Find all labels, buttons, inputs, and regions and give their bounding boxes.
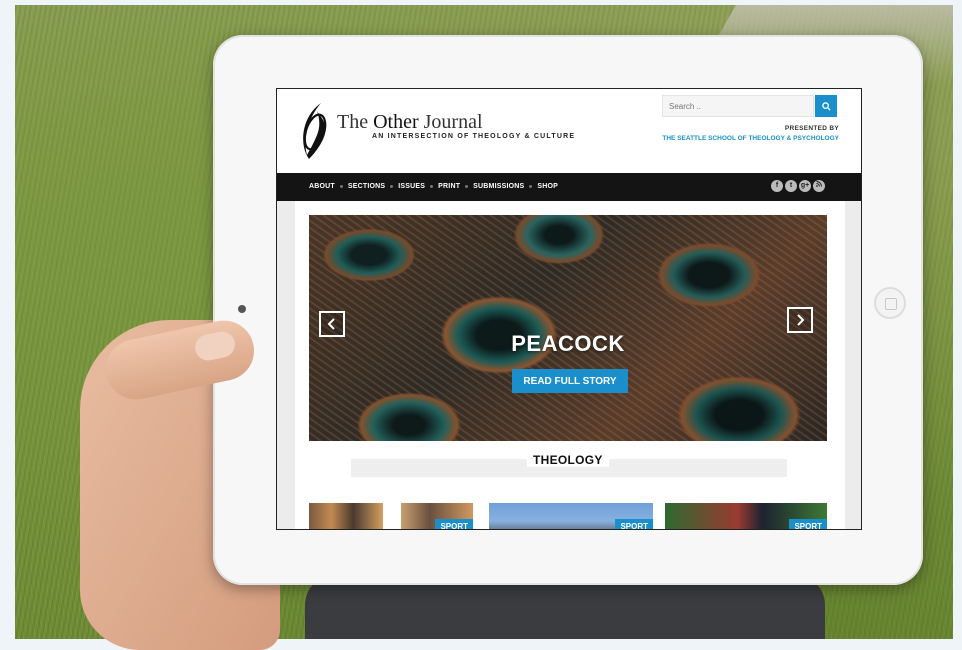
nav-item-print[interactable]: PRINT xyxy=(438,183,460,190)
nav-separator xyxy=(430,185,434,188)
article-thumbnail[interactable] xyxy=(309,503,383,529)
nav-item-issues[interactable]: ISSUES xyxy=(398,183,425,190)
main-content: PEACOCK READ FULL STORY THEOLOGY SPORT S… xyxy=(295,201,845,529)
nav-separator xyxy=(529,185,533,188)
nav-item-submissions[interactable]: SUBMISSIONS xyxy=(473,183,524,190)
nav-item-shop[interactable]: SHOP xyxy=(537,183,558,190)
chevron-left-icon xyxy=(327,318,335,330)
brand-title-a: The xyxy=(337,111,374,133)
main-nav: ABOUT SECTIONS ISSUES PRINT SUBMISSIONS … xyxy=(277,173,861,201)
nav-item-about[interactable]: ABOUT xyxy=(309,183,335,190)
search-box xyxy=(662,95,838,117)
read-full-story-button[interactable]: READ FULL STORY xyxy=(512,369,628,393)
tablet-screen: The Other Journal AN INTERSECTION OF THE… xyxy=(276,88,862,530)
search-icon xyxy=(821,101,831,111)
slide-title[interactable]: PEACOCK xyxy=(309,331,827,357)
facebook-icon[interactable]: f xyxy=(771,180,783,192)
category-tag[interactable]: SPORT xyxy=(435,519,473,529)
nav-item-sections[interactable]: SECTIONS xyxy=(348,183,385,190)
brand-subtitle: AN INTERSECTION OF THEOLOGY & CULTURE xyxy=(372,133,576,140)
rss-icon[interactable] xyxy=(813,180,825,192)
home-button[interactable] xyxy=(874,287,906,319)
brand-title-b: Other xyxy=(373,111,419,133)
category-tag[interactable]: SPORT xyxy=(615,519,653,529)
article-thumbnails: SPORT SPORT SPORT xyxy=(309,503,829,529)
twitter-icon[interactable]: t xyxy=(785,180,797,192)
google-plus-icon[interactable]: g+ xyxy=(799,180,811,192)
article-thumbnail[interactable]: SPORT xyxy=(489,503,653,529)
search-button[interactable] xyxy=(815,95,837,117)
search-input[interactable] xyxy=(662,95,814,117)
tablet-camera xyxy=(238,305,246,313)
presented-by-label: PRESENTED BY xyxy=(784,125,839,132)
nav-separator xyxy=(339,185,343,188)
nav-separator xyxy=(390,185,394,188)
nav-menu: ABOUT SECTIONS ISSUES PRINT SUBMISSIONS … xyxy=(309,183,558,190)
school-link[interactable]: THE SEATTLE SCHOOL OF THEOLOGY & PSYCHOL… xyxy=(662,135,839,142)
brand-title[interactable]: The Other Journal xyxy=(337,111,483,134)
site-header: The Other Journal AN INTERSECTION OF THE… xyxy=(277,89,861,173)
nav-separator xyxy=(465,185,469,188)
slider-next-button[interactable] xyxy=(787,307,813,333)
article-thumbnail[interactable]: SPORT xyxy=(401,503,473,529)
chevron-right-icon xyxy=(797,314,805,326)
article-thumbnail[interactable]: SPORT xyxy=(665,503,827,529)
brand-title-c: Journal xyxy=(418,111,483,133)
journal-logo-icon[interactable] xyxy=(295,101,335,163)
section-title[interactable]: THEOLOGY xyxy=(527,453,609,467)
rss-glyph xyxy=(816,181,822,187)
social-links: f t g+ xyxy=(771,180,825,192)
category-tag[interactable]: SPORT xyxy=(789,519,827,529)
hero-slider[interactable]: PEACOCK READ FULL STORY xyxy=(309,215,827,441)
